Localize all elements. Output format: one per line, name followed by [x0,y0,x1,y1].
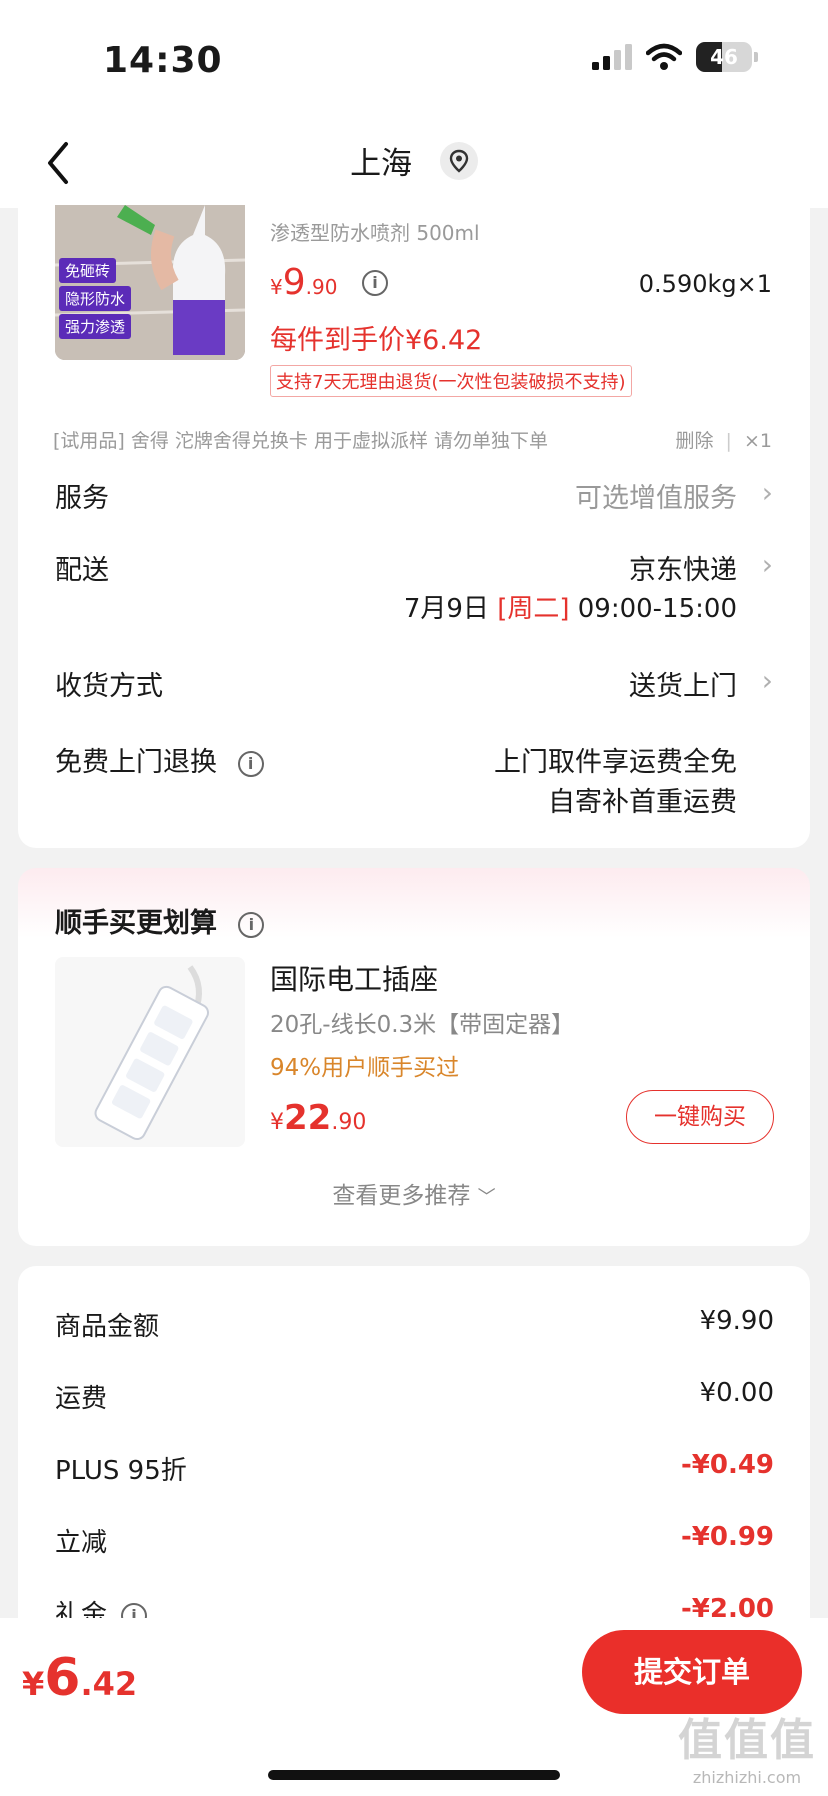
chevron-right-icon: › [761,476,773,509]
final-price: 每件到手价¥6.42 [270,325,483,356]
chevron-right-icon: › [761,664,773,697]
watermark: 值值值 zhizhizhi.com [678,1715,816,1787]
price-info-icon[interactable]: i [362,270,388,296]
summary-value: -¥0.49 [680,1450,774,1480]
free-return-row: 免费上门退换 i 上门取件享运费全免 自寄补首重运费 [55,740,773,820]
recommend-popular: 94%用户顺手买过 [270,1055,460,1081]
recommend-title: 顺手买更划算 i [55,901,265,940]
battery-icon: 46 [696,42,752,72]
total-price: ¥6.42 [22,1648,138,1708]
chevron-down-icon: ﹀ [477,1187,496,1208]
home-indicator [268,1770,560,1780]
wifi-icon [646,43,682,70]
delivery-value: 京东快递 [629,555,737,586]
recommend-name[interactable]: 国际电工插座 [270,958,438,998]
nav-title-text: 上海 [350,146,413,182]
signal-icon [592,44,632,70]
return-policy-badge: 支持7天无理由退货(一次性包装破损不支持) [270,365,632,397]
recommend-card: 顺手买更划算 i 国际电工插座 20孔-线长0.3米【带固定器】 94%用户顺手… [18,868,810,1246]
summary-row: PLUS 95折 -¥0.49 [55,1450,774,1487]
weight-quantity: 0.590kg×1 [638,270,772,298]
summary-value: ¥0.00 [699,1378,774,1408]
nav-title: 上海 [0,138,828,183]
order-card: 免砸砖 隐形防水 强力渗透 渗透型防水喷剂 500ml ¥9.90 i 0.59… [18,190,810,848]
summary-label: PLUS 95折 [55,1456,187,1486]
delete-link[interactable]: 删除 [675,430,713,452]
battery-level: 46 [710,45,738,69]
summary-row: 运费 ¥0.00 [55,1378,774,1415]
trial-qty: ×1 [743,430,772,452]
see-more-recommendations[interactable]: 查看更多推荐 ﹀ [18,1176,810,1210]
receive-label: 收货方式 [55,671,163,702]
service-label: 服务 [55,483,109,514]
free-return-info-icon[interactable]: i [237,750,264,777]
product-tag: 免砸砖 [59,258,117,283]
price-summary-card: 商品金额 ¥9.90 运费 ¥0.00 PLUS 95折 -¥0.49 立减 -¥0.99 礼金… [18,1266,810,1630]
one-click-buy-button[interactable]: 一键购买 [626,1090,774,1144]
summary-value: ¥9.90 [699,1306,774,1336]
summary-label: 运费 [55,1384,108,1414]
status-bar: 14:30 46 [0,0,828,120]
product-tag: 隐形防水 [59,286,132,311]
submit-order-button[interactable]: 提交订单 [582,1630,802,1714]
power-strip-icon [94,965,209,1141]
summary-value: -¥0.99 [680,1522,774,1552]
service-value: 可选增值服务 [575,483,737,514]
socket-image[interactable] [55,957,245,1147]
chevron-right-icon: › [761,548,773,581]
free-return-line1: 上门取件享运费全免 [494,747,737,778]
product-tag: 强力渗透 [59,314,132,339]
location-pin-icon[interactable] [439,141,478,180]
product-price: ¥9.90 [270,262,338,303]
trial-item-text: [试用品] 舍得 沱牌舍得兑换卡 用于虚拟派样 请勿单独下单 [53,430,548,452]
free-return-line2: 自寄补首重运费 [548,787,737,818]
delivery-label: 配送 [55,555,109,586]
summary-row: 商品金额 ¥9.90 [55,1306,774,1343]
receive-value: 送货上门 [629,671,737,702]
product-subtitle: 渗透型防水喷剂 500ml [270,221,480,245]
trial-item-actions: 删除 | ×1 [675,430,772,452]
summary-row: 立减 -¥0.99 [55,1522,774,1559]
recommend-price: ¥22.90 [270,1098,367,1138]
summary-label: 商品金额 [55,1312,160,1342]
free-return-label: 免费上门退换 [55,747,217,778]
status-time: 14:30 [103,40,223,81]
recommend-info-icon[interactable]: i [238,911,265,938]
recommend-spec: 20孔-线长0.3米【带固定器】 [270,1012,575,1038]
delivery-row[interactable]: 配送 京东快递 › 7月9日 [周二] 09:00-15:00 [55,548,773,628]
product-image[interactable]: 免砸砖 隐形防水 强力渗透 [55,205,245,360]
status-icons: 46 [592,42,758,72]
delivery-time: 7月9日 [周二] 09:00-15:00 [403,594,737,624]
summary-label: 立减 [55,1528,108,1558]
